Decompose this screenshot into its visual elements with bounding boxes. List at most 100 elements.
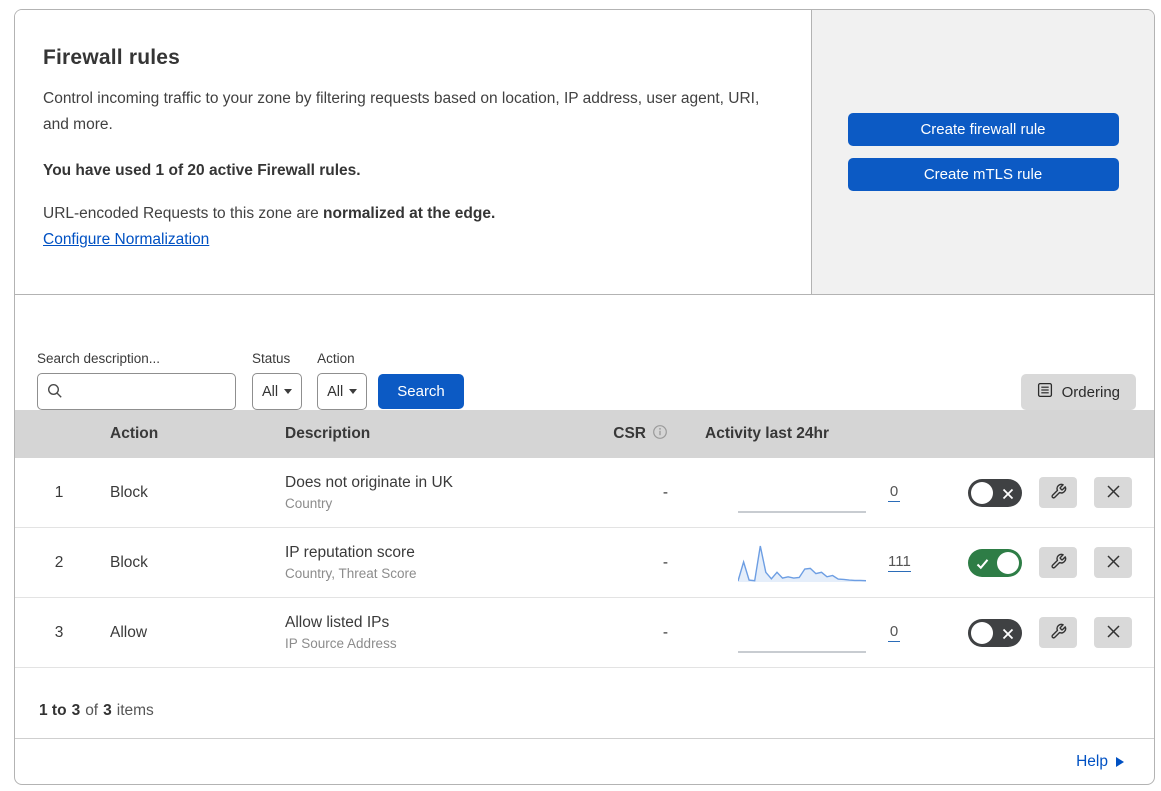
status-selected-value: All: [262, 383, 279, 400]
x-icon: [1002, 487, 1014, 505]
wrench-icon: [1050, 553, 1067, 573]
rule-number: 2: [54, 553, 64, 571]
normalization-bold: normalized at the edge.: [323, 205, 496, 223]
status-label: Status: [252, 351, 291, 366]
col-description: Description: [285, 425, 371, 442]
action-select[interactable]: All: [317, 373, 368, 410]
activity-count-link[interactable]: 0: [888, 623, 900, 642]
help-bar: Help: [15, 739, 1154, 784]
delete-rule-button[interactable]: [1094, 547, 1132, 578]
delete-rule-button[interactable]: [1094, 617, 1132, 648]
col-action: Action: [110, 425, 159, 442]
col-activity: Activity last 24hr: [705, 425, 830, 442]
normalization-text: URL-encoded Requests to this zone are no…: [43, 205, 771, 223]
create-firewall-rule-button[interactable]: Create firewall rule: [847, 113, 1119, 146]
activity-count-link[interactable]: 0: [888, 483, 900, 502]
search-group: Search description...: [37, 351, 236, 410]
create-mtls-rule-button[interactable]: Create mTLS rule: [847, 158, 1119, 191]
info-icon[interactable]: [652, 424, 668, 445]
toggle-knob: [997, 551, 1019, 574]
wrench-icon: [1050, 623, 1067, 643]
firewall-rules-panel: Firewall rules Control incoming traffic …: [14, 9, 1155, 785]
usage-notice: You have used 1 of 20 active Firewall ru…: [43, 162, 361, 180]
status-filter-group: Status All: [252, 351, 303, 410]
delete-rule-button[interactable]: [1094, 477, 1132, 508]
of-label: of: [85, 702, 99, 719]
rule-activity-cell: 111: [688, 542, 943, 584]
page-title: Firewall rules: [43, 46, 181, 69]
search-icon: [47, 383, 63, 404]
close-icon: [1106, 484, 1121, 502]
rule-controls: [943, 547, 1154, 578]
total-count: 3: [103, 702, 112, 719]
chevron-down-icon: [284, 389, 293, 394]
toggle-knob: [971, 621, 993, 644]
filter-bar: Search description... Status All Action: [15, 295, 1154, 410]
action-filter-group: Action All: [317, 351, 368, 410]
col-csr-label: CSR: [613, 425, 646, 442]
pagination-summary: 1 to 3 of 3 items: [15, 668, 1154, 739]
edit-rule-button[interactable]: [1039, 547, 1077, 578]
rule-controls: [943, 477, 1154, 508]
rule-description: IP reputation score: [285, 544, 415, 561]
action-label: Action: [317, 351, 355, 366]
rule-description: Does not originate in UK: [285, 474, 454, 491]
rule-enabled-toggle[interactable]: [968, 618, 1022, 647]
rule-enabled-toggle[interactable]: [968, 548, 1022, 577]
rule-activity-cell: 0: [688, 612, 943, 654]
ordering-list-icon: [1037, 382, 1053, 402]
page-description: Control incoming traffic to your zone by…: [43, 90, 760, 133]
rule-fields: IP Source Address: [285, 636, 397, 651]
search-button[interactable]: Search: [378, 374, 464, 409]
table-header: Action Description CSR Activity last 24h…: [15, 410, 1154, 458]
rule-controls: [943, 617, 1154, 648]
rule-fields: Country, Threat Score: [285, 566, 417, 581]
close-icon: [1106, 624, 1121, 642]
edit-rule-button[interactable]: [1039, 477, 1077, 508]
col-csr: CSR: [603, 424, 688, 445]
close-icon: [1106, 554, 1121, 572]
search-input[interactable]: [37, 373, 236, 410]
activity-sparkline: [738, 545, 866, 582]
chevron-down-icon: [349, 389, 358, 394]
rule-description: Allow listed IPs: [285, 614, 390, 631]
activity-sparkline: [738, 650, 866, 653]
ordering-button[interactable]: Ordering: [1020, 374, 1136, 410]
search-label: Search description...: [37, 351, 161, 366]
activity-count-link[interactable]: 111: [888, 553, 911, 572]
header-text-block: Firewall rules Control incoming traffic …: [15, 10, 811, 294]
items-label: items: [116, 702, 154, 719]
x-icon: [1002, 627, 1014, 645]
rule-csr-value: -: [662, 483, 668, 501]
configure-normalization-link[interactable]: Configure Normalization: [43, 231, 209, 249]
normalization-prefix: URL-encoded Requests to this zone are: [43, 205, 324, 223]
rule-enabled-toggle[interactable]: [968, 478, 1022, 507]
help-link[interactable]: Help: [1076, 753, 1124, 771]
help-label: Help: [1076, 753, 1108, 770]
rule-action: Allow: [110, 623, 148, 641]
rule-action: Block: [110, 553, 148, 571]
rule-activity-cell: 0: [688, 472, 943, 514]
rule-action: Block: [110, 483, 148, 501]
range-end: 3: [71, 702, 81, 719]
table-row: 3 Allow Allow listed IPs IP Source Addre…: [15, 598, 1154, 668]
rule-csr-value: -: [662, 553, 668, 571]
table-row: 2 Block IP reputation score Country, Thr…: [15, 528, 1154, 598]
header-section: Firewall rules Control incoming traffic …: [15, 10, 1154, 295]
table-row: 1 Block Does not originate in UK Country…: [15, 458, 1154, 528]
ordering-button-label: Ordering: [1061, 383, 1120, 401]
firewall-rules-page: Firewall rules Control incoming traffic …: [0, 0, 1161, 791]
rule-fields: Country: [285, 496, 333, 511]
check-icon: [976, 557, 989, 575]
header-actions-panel: Create firewall rule Create mTLS rule: [811, 10, 1154, 294]
rule-csr-value: -: [662, 623, 668, 641]
activity-sparkline: [738, 510, 866, 513]
edit-rule-button[interactable]: [1039, 617, 1077, 648]
arrow-right-icon: [1116, 757, 1124, 767]
wrench-icon: [1050, 483, 1067, 503]
status-select[interactable]: All: [252, 373, 303, 410]
rule-number: 1: [54, 483, 64, 501]
rule-number: 3: [54, 623, 64, 641]
toggle-knob: [971, 481, 993, 504]
range-start: 1 to: [39, 702, 67, 719]
